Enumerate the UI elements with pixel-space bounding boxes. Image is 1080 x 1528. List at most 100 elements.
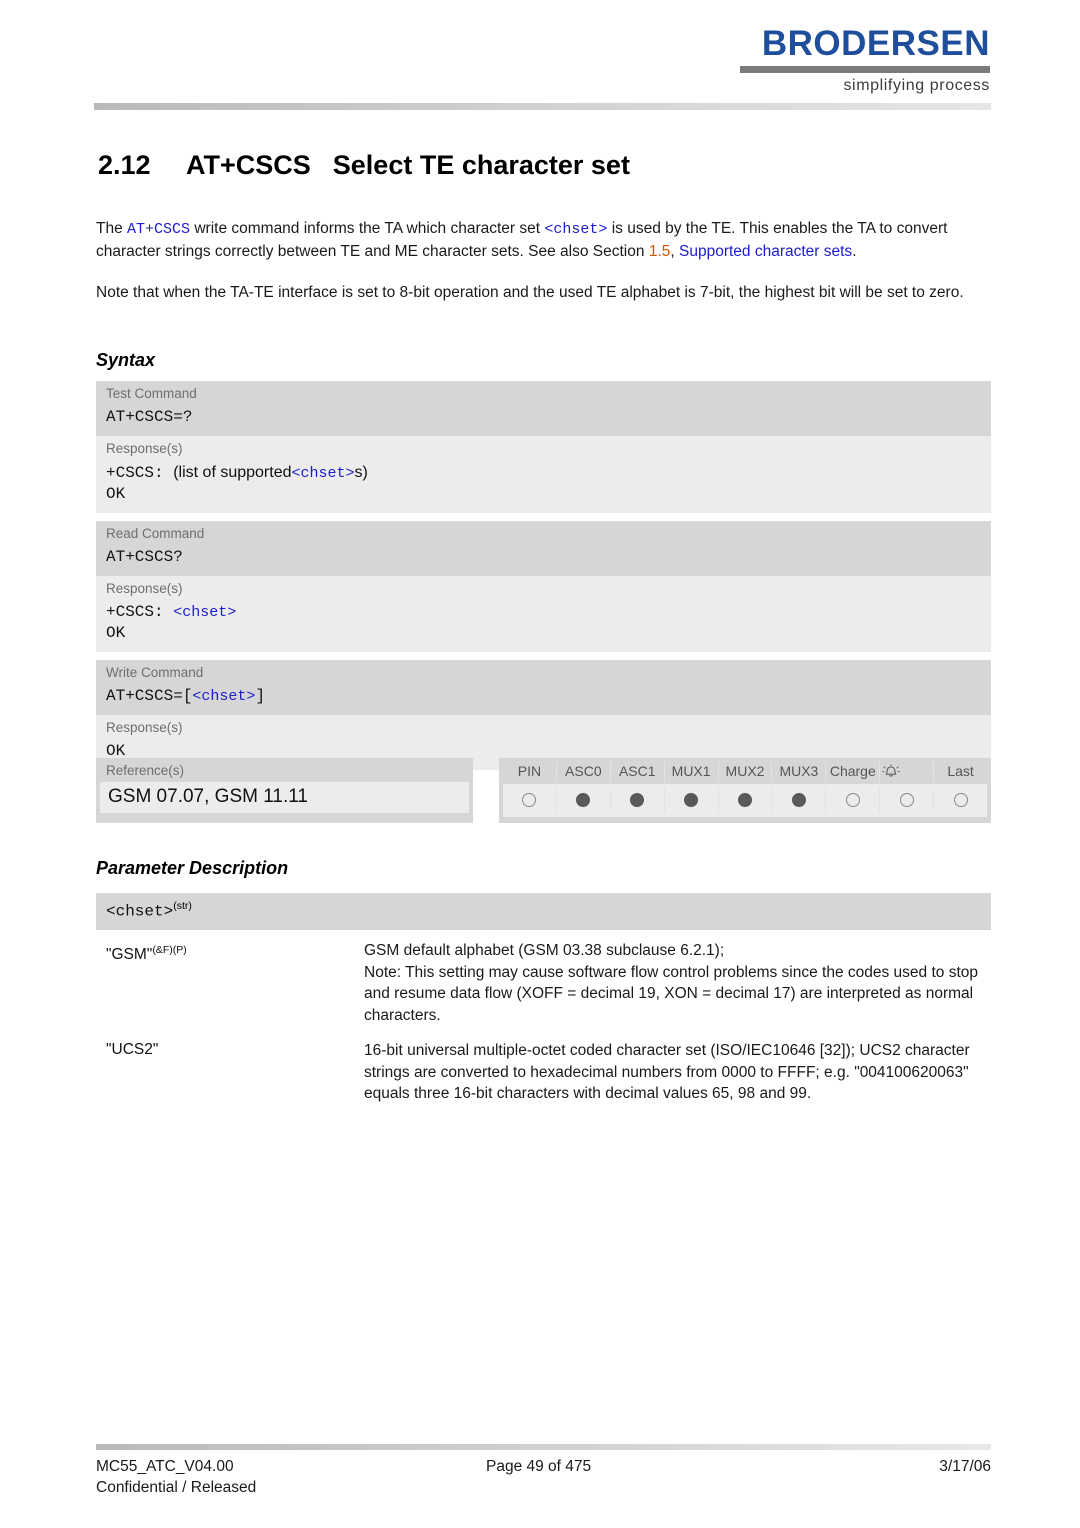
logo-underline-bar bbox=[740, 66, 990, 73]
write-command-param: <chset> bbox=[192, 688, 256, 705]
read-response-prefix: +CSCS: bbox=[106, 603, 164, 621]
section-number: 2.12 bbox=[98, 150, 151, 180]
parameter-value-gsm-superscript: (&F)(P) bbox=[152, 944, 187, 957]
indicator-col-mux3: MUX3 bbox=[772, 761, 827, 782]
read-response-value: +CSCS: <chset> OK bbox=[96, 600, 991, 652]
indicator-col-pin: PIN bbox=[503, 761, 557, 782]
indicator-cell-mux1 bbox=[665, 788, 719, 812]
logo-tagline: simplifying process bbox=[843, 77, 990, 94]
indicator-cell-mux3 bbox=[772, 788, 827, 812]
test-response-value: +CSCS: (list of supported<chset>s) OK bbox=[96, 460, 991, 513]
syntax-group-test-command: Test Command AT+CSCS=? Response(s) +CSCS… bbox=[96, 381, 991, 513]
indicator-col-asc0: ASC0 bbox=[557, 761, 611, 782]
parameter-key-name: <chset> bbox=[106, 902, 174, 921]
parameter-desc-gsm-line-2: Note: This setting may cause software fl… bbox=[364, 963, 978, 1024]
indicator-dot-empty bbox=[899, 793, 914, 807]
section-command: AT+CSCS bbox=[186, 150, 311, 180]
test-response-param: <chset> bbox=[291, 465, 355, 482]
test-response-prefix: +CSCS: bbox=[106, 464, 164, 482]
indicator-col-alarm bbox=[880, 761, 935, 782]
indicator-cell-last bbox=[934, 788, 987, 812]
footer-classification: Confidential / Released bbox=[96, 1479, 257, 1496]
test-command-label: Test Command bbox=[106, 386, 197, 401]
header-divider-rule bbox=[94, 103, 991, 110]
test-response-mid: (list of supported bbox=[173, 464, 292, 481]
indicator-cell-alarm bbox=[880, 788, 935, 812]
intro-text-1: The bbox=[96, 220, 128, 237]
read-command-response-band: Response(s) +CSCS: <chset> OK bbox=[96, 576, 991, 652]
write-command-band: Write Command AT+CSCS=[<chset>] bbox=[96, 660, 991, 715]
test-command-band: Test Command AT+CSCS=? bbox=[96, 381, 991, 436]
references-label: Reference(s) bbox=[106, 763, 185, 778]
read-command-band: Read Command AT+CSCS? bbox=[96, 521, 991, 576]
indicator-dot-empty bbox=[953, 793, 968, 807]
references-box: Reference(s) GSM 07.07, GSM 11.11 bbox=[96, 758, 473, 823]
parameter-row-ucs2: "UCS2" 16-bit universal multiple-octet c… bbox=[96, 1030, 991, 1109]
intro-text-4: , bbox=[670, 242, 679, 260]
footer-page-number: Page 49 of 475 bbox=[486, 1458, 592, 1475]
test-response-label: Response(s) bbox=[106, 441, 183, 456]
read-command-label: Read Command bbox=[106, 526, 205, 541]
parameter-description-heading: Parameter Description bbox=[96, 858, 289, 878]
footer-document-id: MC55_ATC_V04.00 bbox=[96, 1458, 234, 1475]
reference-indicator-row: Reference(s) GSM 07.07, GSM 11.11 PIN AS… bbox=[96, 758, 991, 823]
page-title: 2.12 AT+CSCS Select TE character set bbox=[98, 150, 988, 181]
page-footer: MC55_ATC_V04.00 Page 49 of 475 3/17/06 C… bbox=[96, 1456, 991, 1498]
indicator-col-last: Last bbox=[947, 763, 974, 779]
indicator-header-row: PIN ASC0 ASC1 MUX1 MUX2 MUX3 Charge Last bbox=[499, 758, 991, 784]
indicator-col-charge: Charge bbox=[826, 761, 881, 782]
parameter-desc-gsm: GSM default alphabet (GSM 03.38 subclaus… bbox=[364, 940, 981, 1026]
alarm-bell-icon bbox=[882, 764, 901, 777]
indicator-col-asc1: ASC1 bbox=[611, 761, 665, 782]
note-paragraph: Note that when the TA-TE interface is se… bbox=[96, 284, 964, 301]
indicator-dot-filled bbox=[576, 793, 591, 807]
cross-reference-link[interactable]: Supported character sets bbox=[679, 243, 852, 260]
read-response-ok: OK bbox=[106, 624, 126, 642]
indicator-cell-asc0 bbox=[557, 788, 611, 812]
indicator-cell-charge bbox=[826, 788, 881, 812]
indicator-col-mux2: MUX2 bbox=[719, 761, 773, 782]
write-command-value: AT+CSCS=[<chset>] bbox=[96, 684, 991, 715]
read-response-label: Response(s) bbox=[106, 581, 183, 596]
indicator-cell-mux2 bbox=[719, 788, 773, 812]
syntax-group-read-command: Read Command AT+CSCS? Response(s) +CSCS:… bbox=[96, 521, 991, 652]
indicator-dot-empty bbox=[522, 793, 537, 807]
test-command-response-band: Response(s) +CSCS: (list of supported<ch… bbox=[96, 436, 991, 513]
footer-date: 3/17/06 bbox=[939, 1458, 991, 1475]
indicator-cell-asc1 bbox=[611, 788, 665, 812]
syntax-group-write-command: Write Command AT+CSCS=[<chset>] Response… bbox=[96, 660, 991, 770]
parameter-table-header: <chset>(str) bbox=[96, 893, 991, 931]
indicator-dot-filled bbox=[684, 793, 699, 807]
parameter-row-gsm: "GSM"(&F)(P) GSM default alphabet (GSM 0… bbox=[96, 930, 991, 1030]
intro-param-ref: <chset> bbox=[544, 221, 608, 238]
indicator-dot-filled bbox=[738, 793, 752, 807]
test-response-ok: OK bbox=[106, 485, 126, 503]
intro-text-2: write command informs the TA which chara… bbox=[190, 220, 545, 237]
parameter-desc-ucs2-line-1: 16-bit universal multiple-octet coded ch… bbox=[364, 1042, 970, 1103]
parameter-key-superscript: (str) bbox=[173, 900, 192, 912]
intro-command-ref: AT+CSCS bbox=[127, 221, 191, 238]
test-response-suffix: s) bbox=[354, 464, 368, 481]
logo-wordmark: BRODERSEN bbox=[761, 24, 990, 63]
read-response-param: <chset> bbox=[173, 604, 237, 621]
footer-primary-line: MC55_ATC_V04.00 Page 49 of 475 3/17/06 bbox=[96, 1456, 991, 1477]
references-value: GSM 07.07, GSM 11.11 bbox=[100, 782, 469, 813]
indicator-dot-empty bbox=[845, 793, 860, 807]
footer-divider-rule bbox=[96, 1444, 991, 1450]
page-header: BRODERSEN simplifying process bbox=[0, 0, 1080, 112]
indicator-dot-filled bbox=[791, 793, 806, 807]
test-command-value: AT+CSCS=? bbox=[106, 408, 193, 426]
syntax-table: Test Command AT+CSCS=? Response(s) +CSCS… bbox=[96, 381, 991, 778]
parameter-value-ucs2: "UCS2" bbox=[106, 1040, 364, 1105]
write-command-label: Write Command bbox=[106, 665, 204, 680]
brodersen-logo: BRODERSEN simplifying process bbox=[740, 26, 990, 95]
parameter-value-gsm: "GSM"(&F)(P) bbox=[106, 940, 364, 1026]
write-command-suffix: ] bbox=[255, 687, 266, 705]
intro-text-5: . bbox=[852, 242, 857, 260]
indicator-col-mux1: MUX1 bbox=[665, 761, 719, 782]
parameter-value-gsm-text: "GSM" bbox=[106, 946, 153, 964]
intro-paragraph: The AT+CSCS write command informs the TA… bbox=[96, 218, 991, 262]
section-description: Select TE character set bbox=[332, 150, 630, 180]
cross-reference-number[interactable]: 1.5 bbox=[649, 243, 671, 260]
syntax-heading: Syntax bbox=[96, 350, 156, 370]
